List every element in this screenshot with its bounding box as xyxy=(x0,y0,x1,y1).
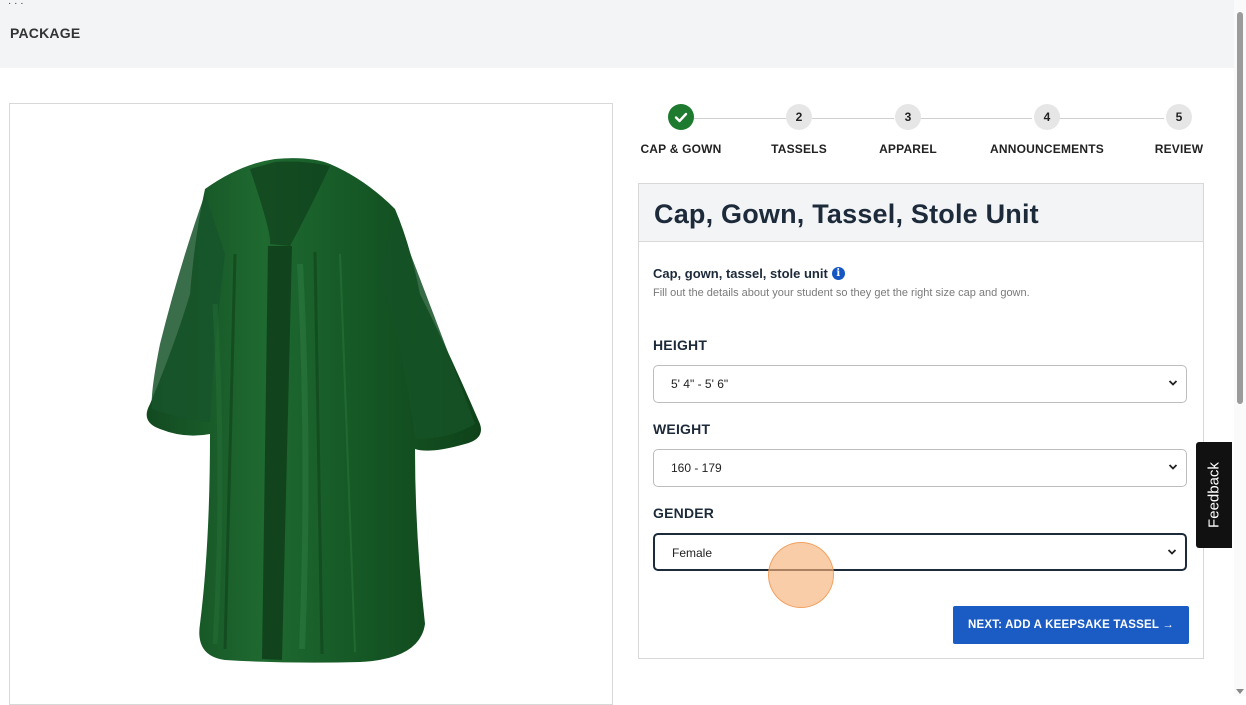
gender-value: Female xyxy=(672,546,713,560)
page-scrollbar[interactable] xyxy=(1234,0,1246,696)
weight-value: 160 - 179 xyxy=(671,461,722,475)
info-icon[interactable]: i xyxy=(831,267,845,280)
chevron-down-icon xyxy=(1167,549,1177,555)
card-body: Cap, gown, tassel, stole unit i Fill out… xyxy=(639,242,1203,571)
step-announcements[interactable]: 4 ANNOUNCEMENTS xyxy=(986,104,1108,156)
scroll-down-arrow-icon[interactable] xyxy=(1236,689,1244,694)
weight-label: WEIGHT xyxy=(653,421,711,437)
click-indicator xyxy=(768,542,834,608)
height-select[interactable]: 5' 4" - 5' 6" xyxy=(653,365,1187,403)
weight-select[interactable]: 160 - 179 xyxy=(653,449,1187,487)
step-number: 4 xyxy=(1034,104,1060,130)
checkout-stepper: CAP & GOWN 2 TASSELS 3 APPAREL 4 ANNOUNC… xyxy=(638,104,1208,164)
page-header: · · · PACKAGE xyxy=(0,0,1234,68)
step-number: 2 xyxy=(786,104,812,130)
product-image-panel xyxy=(9,103,613,705)
step-label: TASSELS xyxy=(771,142,827,156)
step-cap-gown[interactable]: CAP & GOWN xyxy=(638,104,724,156)
product-subtitle: Cap, gown, tassel, stole unit i xyxy=(653,266,1189,281)
step-label: REVIEW xyxy=(1154,142,1204,156)
gender-select[interactable]: Female xyxy=(653,533,1187,571)
gown-image xyxy=(146,158,481,663)
chevron-down-icon xyxy=(1168,380,1178,386)
check-icon xyxy=(668,104,694,130)
feedback-tab[interactable]: Feedback xyxy=(1196,442,1232,548)
chevron-down-icon xyxy=(1168,464,1178,470)
truncated-breadcrumb: · · · xyxy=(8,0,24,9)
step-label: APPAREL xyxy=(879,142,937,156)
height-label: HEIGHT xyxy=(653,337,708,353)
product-title: Cap, Gown, Tassel, Stole Unit xyxy=(654,199,1039,229)
gender-label: GENDER xyxy=(653,505,715,521)
product-options-card: Cap, Gown, Tassel, Stole Unit Cap, gown,… xyxy=(638,183,1204,659)
product-subtitle-text: Cap, gown, tassel, stole unit xyxy=(653,266,828,281)
scrollbar-thumb[interactable] xyxy=(1237,12,1243,404)
step-number: 3 xyxy=(895,104,921,130)
step-review[interactable]: 5 REVIEW xyxy=(1150,104,1208,156)
card-header: Cap, Gown, Tassel, Stole Unit xyxy=(639,184,1203,242)
step-label: ANNOUNCEMENTS xyxy=(990,142,1104,156)
feedback-label: Feedback xyxy=(1205,462,1223,528)
help-text: Fill out the details about your student … xyxy=(653,287,1030,299)
section-label: PACKAGE xyxy=(10,25,81,41)
next-add-tassel-button[interactable]: NEXT: ADD A KEEPSAKE TASSEL → xyxy=(953,606,1189,644)
step-tassels[interactable]: 2 TASSELS xyxy=(768,104,830,156)
step-number: 5 xyxy=(1166,104,1192,130)
step-apparel[interactable]: 3 APPAREL xyxy=(876,104,940,156)
height-value: 5' 4" - 5' 6" xyxy=(671,377,729,391)
step-label: CAP & GOWN xyxy=(640,142,722,156)
